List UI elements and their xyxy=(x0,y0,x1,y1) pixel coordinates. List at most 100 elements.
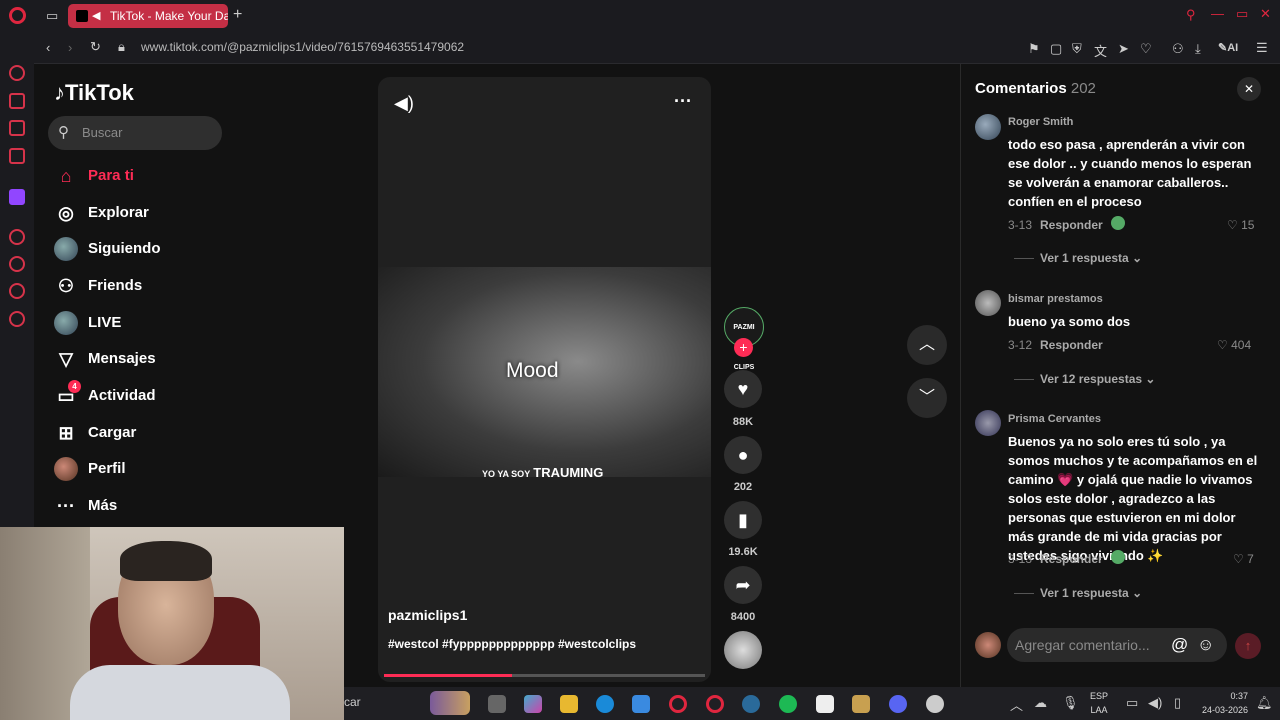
url-field[interactable]: www.tiktok.com/@pazmiclips1/video/761576… xyxy=(141,40,464,54)
taskbar-search[interactable]: car xyxy=(344,695,361,709)
speaker-icon[interactable]: ◀ xyxy=(92,4,100,28)
sidebar-shopping-icon[interactable] xyxy=(9,93,25,109)
easy-setup-icon[interactable]: ☰ xyxy=(1256,40,1268,56)
search-tabs-icon[interactable]: ⚲ xyxy=(1186,7,1196,23)
nav-mas[interactable]: ··· Más xyxy=(54,492,254,520)
league-icon[interactable] xyxy=(852,695,870,713)
comment-like-button[interactable]: ♡ 7 xyxy=(1233,552,1254,566)
sidebar-messenger-icon[interactable] xyxy=(9,148,25,164)
view-replies-button[interactable]: Ver 1 respuesta ⌄ xyxy=(1014,251,1142,265)
mention-icon[interactable]: @ xyxy=(1171,628,1188,662)
previous-video-button[interactable]: ︿ xyxy=(907,325,947,365)
share-button[interactable]: ➦ xyxy=(724,566,762,604)
store-icon[interactable] xyxy=(632,695,650,713)
clock[interactable]: 0:37 24-03-2026 xyxy=(1200,689,1248,717)
sidebar-twitch-icon[interactable] xyxy=(9,189,25,205)
search-input[interactable]: ⚲ Buscar xyxy=(48,116,222,150)
comment-user[interactable]: Prisma Cervantes xyxy=(1008,413,1101,425)
nav-explorar[interactable]: ◎ Explorar xyxy=(54,199,254,227)
maximize-button[interactable]: ▭ xyxy=(1236,6,1248,22)
volume-icon[interactable]: ◀) xyxy=(394,93,414,114)
progress-track[interactable] xyxy=(384,674,705,677)
emoji-icon[interactable]: ☺ xyxy=(1197,628,1214,662)
video-hashtags[interactable]: #westcol #fyppppppppppppp #westcolclips xyxy=(388,637,636,651)
opera-gx-taskbar-icon[interactable] xyxy=(669,695,687,713)
volume-tray-icon[interactable]: ◀) xyxy=(1148,695,1162,711)
notifications-icon[interactable]: 🔔︎ xyxy=(1256,695,1273,711)
notion-icon[interactable] xyxy=(816,695,834,713)
heart-icon[interactable]: ♡ xyxy=(1140,41,1152,57)
nav-perfil[interactable]: Perfil xyxy=(54,455,254,483)
close-comments-button[interactable]: ✕ xyxy=(1237,77,1261,101)
nav-mensajes[interactable]: ▽ Mensajes xyxy=(54,345,254,373)
nav-siguiendo[interactable]: Siguiendo xyxy=(54,235,254,263)
tab-tiktok[interactable]: ◀ TikTok - Make Your Day xyxy=(68,4,228,28)
tiktok-logo[interactable]: ♪TikTok xyxy=(54,80,134,106)
comment-user[interactable]: bismar prestamos xyxy=(1008,293,1103,305)
sidebar-settings-icon[interactable] xyxy=(9,311,25,327)
app-icon[interactable] xyxy=(926,695,944,713)
language-indicator[interactable]: ESP LAA xyxy=(1090,689,1108,717)
comment-like-button[interactable]: ♡ 15 xyxy=(1227,218,1254,232)
nav-actividad[interactable]: ▭ 4 Actividad xyxy=(54,380,254,410)
reply-button[interactable]: Responder xyxy=(1040,552,1103,566)
sidebar-pinboard-icon[interactable] xyxy=(9,120,25,136)
tab-overview-icon[interactable]: ▭ xyxy=(46,8,58,24)
nav-para-ti[interactable]: ⌂ Para ti xyxy=(54,162,254,190)
comment-avatar[interactable] xyxy=(975,290,1001,316)
tray-chevron-icon[interactable]: ︿ xyxy=(1010,695,1023,714)
opera-logo-icon[interactable] xyxy=(9,7,26,24)
music-disc-icon[interactable] xyxy=(724,631,762,669)
aria-ai-button[interactable]: ✎AI xyxy=(1218,41,1238,54)
opera-taskbar-icon[interactable] xyxy=(706,695,724,713)
reply-button[interactable]: Responder xyxy=(1040,218,1103,232)
sidebar-history-icon[interactable] xyxy=(9,256,25,272)
nav-friends[interactable]: ⚇ Friends xyxy=(54,272,254,300)
post-comment-button[interactable]: ↑ xyxy=(1235,633,1261,659)
close-window-button[interactable]: ✕ xyxy=(1260,6,1271,22)
like-button[interactable]: ♥ xyxy=(724,370,762,408)
microphone-icon[interactable]: 🎙︎ xyxy=(1062,695,1079,711)
back-icon[interactable]: ‹ xyxy=(46,40,50,55)
new-tab-button[interactable]: + xyxy=(233,6,242,24)
video-player[interactable]: ◀) ··· Mood YO YA SOY TRAUMING pazmiclip… xyxy=(378,77,711,682)
nav-live[interactable]: LIVE xyxy=(54,309,254,337)
sidebar-extensions-icon[interactable] xyxy=(9,283,25,299)
reply-button[interactable]: Responder xyxy=(1040,338,1103,352)
view-replies-button[interactable]: Ver 12 respuestas ⌄ xyxy=(1014,372,1155,386)
comment-input[interactable]: Agregar comentario... @ ☺ xyxy=(1007,628,1227,662)
discord-icon[interactable] xyxy=(889,695,907,713)
translate-icon[interactable]: 文 xyxy=(1094,41,1107,60)
sidebar-refresh-icon[interactable] xyxy=(9,65,25,81)
battery-icon[interactable]: ▯ xyxy=(1174,695,1181,711)
file-explorer-icon[interactable] xyxy=(560,695,578,713)
comment-button[interactable]: ● xyxy=(724,436,762,474)
shield-icon[interactable]: ⛨ xyxy=(1072,41,1082,57)
next-video-button[interactable]: ﹀ xyxy=(907,378,947,418)
forward-icon[interactable]: › xyxy=(68,40,72,55)
copilot-icon[interactable] xyxy=(524,695,542,713)
view-replies-button[interactable]: Ver 1 respuesta ⌄ xyxy=(1014,586,1142,600)
steam-icon[interactable] xyxy=(742,695,760,713)
nav-cargar[interactable]: ⊞ Cargar xyxy=(54,419,254,447)
download-icon[interactable]: ⤓ xyxy=(1195,41,1201,57)
spotify-icon[interactable] xyxy=(779,695,797,713)
save-button[interactable]: ▮ xyxy=(724,501,762,539)
video-more-icon[interactable]: ··· xyxy=(674,91,692,112)
send-to-icon[interactable]: ➤ xyxy=(1118,41,1129,57)
comment-user[interactable]: Roger Smith xyxy=(1008,116,1073,128)
profile-icon[interactable]: ⚇ xyxy=(1172,41,1184,57)
bookmark-icon[interactable]: ⚑ xyxy=(1028,41,1040,57)
task-view-icon[interactable] xyxy=(488,695,506,713)
reload-icon[interactable]: ↻ xyxy=(90,39,101,55)
video-author[interactable]: pazmiclips1 xyxy=(388,607,467,623)
tray-cloud-icon[interactable]: ☁ xyxy=(1034,695,1047,711)
comment-avatar[interactable] xyxy=(975,410,1001,436)
edge-icon[interactable] xyxy=(596,695,614,713)
sidebar-player-icon[interactable] xyxy=(9,229,25,245)
network-icon[interactable]: ▭ xyxy=(1126,695,1138,711)
comment-avatar[interactable] xyxy=(975,114,1001,140)
follow-button[interactable]: + xyxy=(734,338,753,357)
snapshot-icon[interactable]: ▢ xyxy=(1050,41,1062,57)
minimize-button[interactable]: — xyxy=(1211,6,1224,21)
